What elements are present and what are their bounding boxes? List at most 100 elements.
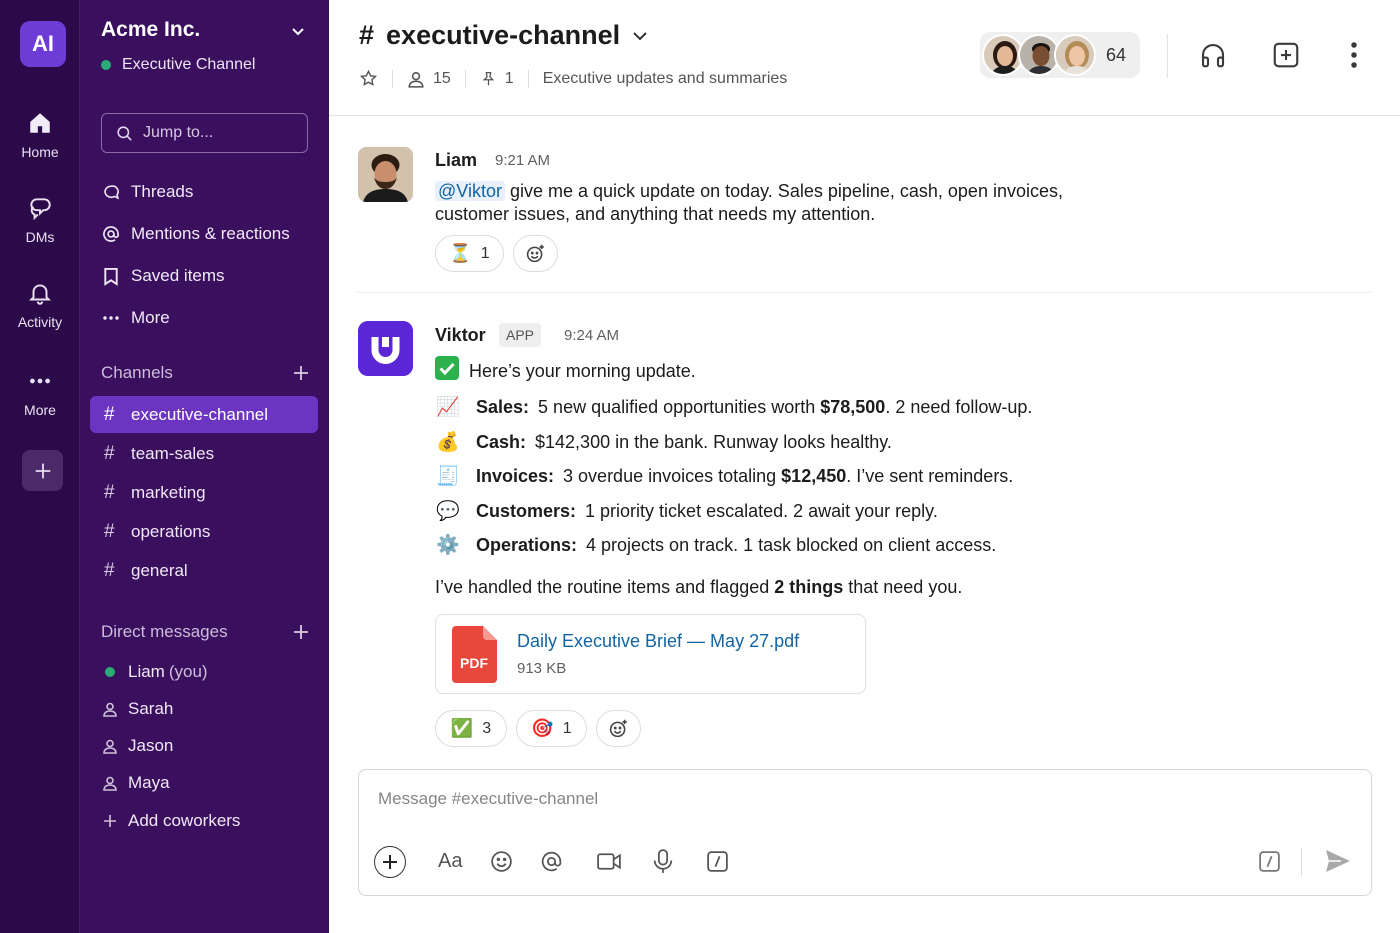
nav-threads[interactable]: Threads — [101, 179, 193, 205]
user-icon — [103, 702, 117, 717]
viktor-app-avatar[interactable] — [358, 321, 413, 376]
dms-header-label: Direct messages — [101, 622, 228, 641]
reaction-pill[interactable]: ✅ 3 — [435, 710, 507, 747]
star-icon — [359, 69, 378, 86]
add-workspace-button[interactable] — [22, 450, 63, 491]
hash-icon: # — [104, 442, 115, 464]
message-timestamp[interactable]: 9:21 AM — [495, 152, 550, 169]
reaction-pill[interactable]: ⏳ 1 — [435, 235, 504, 272]
add-channel-plus-icon[interactable] — [293, 365, 309, 381]
channel-sidebar: Acme Inc. Executive Channel Jump to... T… — [80, 0, 329, 933]
dms-section-header[interactable]: Direct messages — [101, 622, 309, 642]
nav-mentions-label: Mentions & reactions — [131, 224, 290, 243]
file-name[interactable]: Daily Executive Brief — May 27.pdf — [517, 631, 799, 652]
online-status-icon — [105, 667, 115, 677]
emoji-icon[interactable] — [489, 849, 514, 874]
update-item-cash: 💰 Cash: $142,300 in the bank. Runway loo… — [435, 430, 892, 454]
add-reaction-button[interactable] — [513, 235, 558, 272]
message-author[interactable]: Liam — [435, 150, 477, 171]
rail-more[interactable]: More — [0, 368, 80, 418]
nav-more[interactable]: More — [101, 305, 170, 331]
dm-item[interactable]: Jason — [101, 733, 173, 759]
members-total: 64 — [1106, 44, 1127, 65]
reaction-count: 3 — [482, 719, 492, 737]
workspace-logo[interactable]: AI — [20, 21, 66, 67]
pinned-button[interactable]: 1 — [480, 70, 514, 88]
divider — [1301, 848, 1302, 876]
channel-item[interactable]: # general — [90, 552, 318, 589]
kebab-menu-icon[interactable] — [1341, 40, 1367, 70]
formatting-button[interactable]: Aa — [438, 850, 462, 873]
member-count: 15 — [433, 69, 451, 87]
speech-bubble-icon: 💬 — [436, 501, 460, 522]
channel-name: executive-channel — [131, 404, 269, 424]
microphone-icon[interactable] — [652, 848, 674, 875]
intro-text: Here’s your morning update. — [469, 360, 696, 381]
channel-view: # executive-channel 15 1 Executive updat… — [329, 0, 1400, 933]
members-count-button[interactable]: 15 — [407, 70, 451, 88]
channel-item[interactable]: # marketing — [90, 474, 318, 511]
avatar[interactable] — [358, 147, 413, 202]
message-composer[interactable]: Message #executive-channel Aa — [358, 769, 1372, 896]
rail-activity[interactable]: Activity — [0, 280, 80, 330]
video-icon[interactable] — [596, 850, 623, 873]
message-timestamp[interactable]: 9:24 AM — [564, 327, 619, 344]
closing-text: I’ve handled the routine items and flagg… — [435, 576, 962, 599]
dm-item[interactable]: Maya — [101, 770, 170, 796]
rail-activity-label: Activity — [17, 314, 63, 330]
channels-section-header[interactable]: Channels — [101, 363, 309, 383]
update-amount: $12,450 — [781, 465, 847, 486]
rail-home[interactable]: Home — [0, 110, 80, 160]
money-bag-icon: 💰 — [436, 432, 460, 453]
channel-topic[interactable]: Executive updates and summaries — [543, 70, 788, 88]
update-text: 1 priority ticket escalated. 2 await you… — [585, 500, 938, 521]
add-coworkers-button[interactable]: Add coworkers — [101, 808, 240, 834]
search-icon — [117, 125, 132, 141]
workspace-status: Executive Channel — [101, 56, 255, 74]
add-dm-plus-icon[interactable] — [293, 624, 309, 640]
dm-you-suffix: (you) — [168, 662, 208, 681]
rail-dms[interactable]: DMs — [0, 195, 80, 245]
file-attachment[interactable]: PDF Daily Executive Brief — May 27.pdf 9… — [435, 614, 866, 694]
nav-saved[interactable]: Saved items — [101, 263, 225, 289]
user-icon — [408, 71, 424, 88]
channel-item[interactable]: # operations — [90, 513, 318, 550]
jump-to-search[interactable]: Jump to... — [101, 113, 308, 153]
workspace-rail: AI Home DMs Activity More — [0, 0, 80, 933]
channel-members-button[interactable]: 64 — [980, 32, 1141, 78]
headphones-icon[interactable] — [1198, 40, 1228, 70]
update-text: 4 projects on track. 1 task blocked on c… — [586, 534, 997, 555]
send-icon[interactable] — [1324, 848, 1352, 874]
rail-more-label: More — [24, 402, 56, 418]
slash-command-icon[interactable] — [705, 849, 730, 874]
user-mention[interactable]: @Viktor — [435, 181, 505, 201]
schedule-shortcut-icon[interactable] — [1257, 849, 1282, 874]
add-canvas-icon[interactable] — [1271, 40, 1301, 70]
dm-item[interactable]: Sarah — [101, 696, 173, 722]
reaction-pill[interactable]: 🎯 1 — [516, 710, 587, 747]
channel-title-text: executive-channel — [386, 20, 621, 50]
attach-plus-button[interactable] — [374, 846, 406, 878]
add-reaction-button[interactable] — [596, 710, 641, 747]
add-emoji-icon — [526, 244, 544, 263]
nav-mentions[interactable]: Mentions & reactions — [101, 221, 290, 247]
chevron-down-icon[interactable] — [290, 26, 306, 38]
message-divider — [357, 292, 1371, 293]
channel-item[interactable]: # team-sales — [90, 435, 318, 472]
more-dots-icon — [30, 378, 50, 384]
workspace-name[interactable]: Acme Inc. — [101, 18, 200, 42]
message-input[interactable]: Message #executive-channel — [378, 789, 598, 809]
mention-icon[interactable] — [539, 849, 564, 874]
update-item-invoices: 🧾 Invoices: 3 overdue invoices totaling … — [435, 464, 1013, 488]
closing-text-bold: 2 things — [774, 577, 844, 597]
update-item-customers: 💬 Customers: 1 priority ticket escalated… — [435, 499, 938, 523]
channel-title[interactable]: # executive-channel — [359, 20, 648, 51]
channel-item[interactable]: # executive-channel — [90, 396, 318, 433]
closing-text-pre: I’ve handled the routine items and flagg… — [435, 577, 775, 597]
update-label: Cash: — [476, 431, 527, 452]
pdf-type-label: PDF — [460, 655, 488, 671]
dm-item[interactable]: Liam (you) — [101, 659, 208, 685]
message-author[interactable]: Viktor — [435, 325, 486, 346]
message-text-line1: give me a quick update on today. Sales p… — [504, 181, 1063, 201]
star-button[interactable] — [359, 69, 378, 88]
